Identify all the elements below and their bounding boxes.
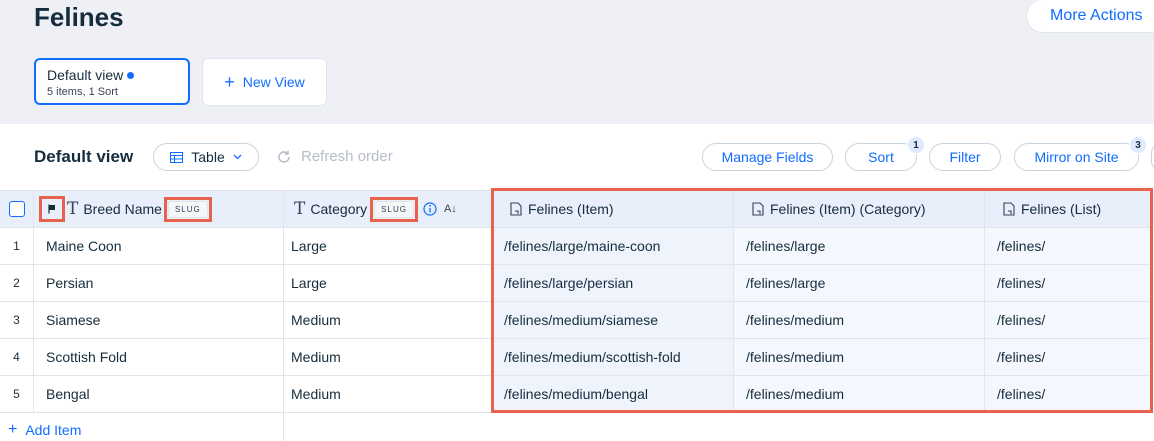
item-category-url-cell[interactable]: /felines/medium [734, 302, 985, 338]
breed-cell[interactable]: Scottish Fold [34, 339, 284, 375]
mirror-label: Mirror on Site [1034, 149, 1119, 165]
item-url-cell[interactable]: /felines/large/maine-coon [492, 228, 734, 264]
mirror-count-badge: 3 [1129, 136, 1147, 154]
item-category-url-cell[interactable]: /felines/large [734, 265, 985, 301]
row-number: 5 [0, 376, 34, 412]
sort-ascending-icon[interactable]: A↓ [444, 203, 457, 215]
table-row[interactable]: 2 Persian Large /felines/large/persian /… [0, 265, 1154, 302]
view-toolbar: Default view Table Refresh order Manage … [0, 124, 1154, 190]
flag-icon [48, 204, 55, 214]
plus-icon: + [8, 420, 18, 438]
sort-label: Sort [868, 149, 894, 165]
slug-highlight: SLUG [163, 196, 212, 222]
column-label: Breed Name [83, 201, 162, 217]
view-tab-default[interactable]: Default view 5 items, 1 Sort [34, 58, 190, 105]
page-link-icon [510, 201, 522, 216]
page-link-icon [1003, 201, 1015, 216]
select-all-cell [0, 191, 34, 227]
column-header-felines-item[interactable]: Felines (Item) [492, 191, 734, 227]
category-cell[interactable]: Medium [284, 376, 492, 412]
table-row[interactable]: 3 Siamese Medium /felines/medium/siamese… [0, 302, 1154, 339]
column-label: Felines (List) [1021, 201, 1102, 217]
item-url-cell[interactable]: /felines/medium/scottish-fold [492, 339, 734, 375]
new-view-label: New View [242, 74, 305, 90]
column-label: Felines (Item) (Category) [770, 201, 926, 217]
primary-field-highlight [39, 196, 65, 222]
category-cell[interactable]: Medium [284, 302, 492, 338]
list-url-cell[interactable]: /felines/ [985, 339, 1154, 375]
view-title: Default view [34, 147, 134, 166]
layout-dropdown[interactable]: Table [153, 143, 259, 171]
slug-tag: SLUG [167, 200, 208, 218]
view-summary: 5 items, 1 Sort [47, 86, 118, 98]
item-url-cell[interactable]: /felines/medium/bengal [492, 376, 734, 412]
breed-cell[interactable]: Siamese [34, 302, 284, 338]
breed-cell[interactable]: Persian [34, 265, 284, 301]
table-icon [170, 151, 184, 163]
item-category-url-cell[interactable]: /felines/medium [734, 339, 985, 375]
list-url-cell[interactable]: /felines/ [985, 228, 1154, 264]
item-url-cell[interactable]: /felines/medium/siamese [492, 302, 734, 338]
column-header-felines-item-category[interactable]: Felines (Item) (Category) [734, 191, 985, 227]
more-actions-button[interactable]: More Actions [1026, 0, 1154, 33]
item-category-url-cell[interactable]: /felines/medium [734, 376, 985, 412]
refresh-order-button[interactable]: Refresh order [276, 148, 393, 165]
chevron-down-icon [233, 154, 242, 160]
table-header-row: T Breed Name SLUG T Category SLUG A↓ Fel… [0, 190, 1154, 228]
slug-tag: SLUG [374, 200, 414, 218]
column-divider [283, 413, 284, 441]
table-row[interactable]: 5 Bengal Medium /felines/medium/bengal /… [0, 376, 1154, 413]
text-type-icon: T [294, 199, 306, 219]
mirror-on-site-button[interactable]: Mirror on Site 3 [1014, 136, 1147, 171]
page-link-icon [752, 201, 764, 216]
column-header-felines-list[interactable]: Felines (List) [985, 191, 1154, 227]
sort-count-badge: 1 [907, 136, 925, 154]
new-view-button[interactable]: + New View [202, 58, 327, 106]
row-number: 4 [0, 339, 34, 375]
column-header-category[interactable]: T Category SLUG A↓ [284, 191, 492, 227]
slug-highlight: SLUG [370, 196, 418, 222]
table-row[interactable]: 4 Scottish Fold Medium /felines/medium/s… [0, 339, 1154, 376]
category-cell[interactable]: Medium [284, 339, 492, 375]
page-header: Felines More Actions Default view 5 item… [0, 0, 1154, 124]
select-all-checkbox[interactable] [8, 201, 25, 217]
breed-cell[interactable]: Maine Coon [34, 228, 284, 264]
category-cell[interactable]: Large [284, 265, 492, 301]
item-url-cell[interactable]: /felines/large/persian [492, 265, 734, 301]
category-cell[interactable]: Large [284, 228, 492, 264]
filter-button[interactable]: Filter [929, 143, 1001, 171]
row-number: 3 [0, 302, 34, 338]
layout-label: Table [191, 149, 225, 165]
text-type-icon: T [67, 199, 79, 219]
manage-fields-button[interactable]: Manage Fields [702, 143, 833, 171]
sort-button[interactable]: Sort 1 [845, 136, 925, 171]
table-row[interactable]: 1 Maine Coon Large /felines/large/maine-… [0, 228, 1154, 265]
list-url-cell[interactable]: /felines/ [985, 302, 1154, 338]
column-label: Category [310, 201, 368, 217]
info-icon[interactable] [423, 202, 437, 216]
row-number: 1 [0, 228, 34, 264]
column-header-breed[interactable]: T Breed Name SLUG [34, 191, 284, 227]
list-url-cell[interactable]: /felines/ [985, 376, 1154, 412]
list-url-cell[interactable]: /felines/ [985, 265, 1154, 301]
item-category-url-cell[interactable]: /felines/large [734, 228, 985, 264]
row-number: 2 [0, 265, 34, 301]
add-item-button[interactable]: + Add Item [0, 418, 81, 441]
view-name: Default view [47, 67, 124, 83]
page-title: Felines [34, 2, 124, 32]
refresh-label: Refresh order [301, 148, 393, 165]
add-item-label: Add Item [25, 421, 82, 438]
unsaved-dot-icon [127, 71, 135, 79]
plus-icon: + [224, 72, 235, 92]
breed-cell[interactable]: Bengal [34, 376, 284, 412]
column-label: Felines (Item) [528, 201, 614, 217]
refresh-icon [278, 150, 290, 163]
